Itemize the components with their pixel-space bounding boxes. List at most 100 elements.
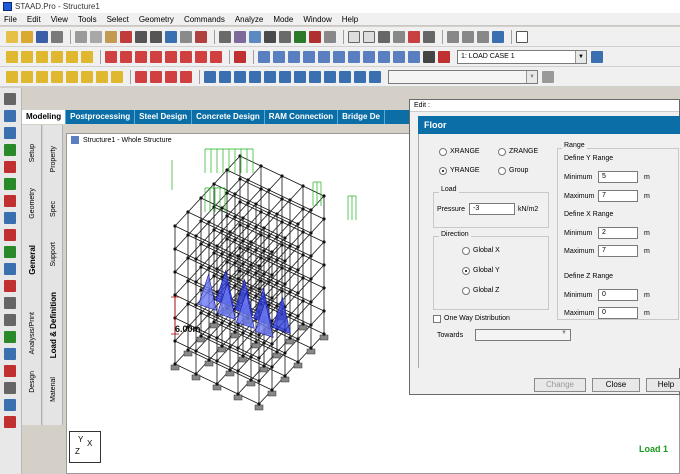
paste-icon[interactable]	[105, 30, 117, 43]
tool-icon[interactable]	[4, 280, 16, 292]
tool-icon[interactable]	[492, 30, 504, 43]
label-icon[interactable]	[249, 70, 261, 83]
menu-tools[interactable]: Tools	[78, 15, 97, 24]
select-icon[interactable]	[6, 50, 18, 63]
cursor-icon[interactable]	[4, 93, 16, 105]
zoom-out-icon[interactable]	[273, 50, 285, 63]
beam-icon[interactable]	[21, 70, 33, 83]
arc-icon[interactable]	[516, 30, 528, 43]
move-icon[interactable]	[135, 50, 147, 63]
move-icon[interactable]	[105, 50, 117, 63]
tool-icon[interactable]	[462, 30, 474, 43]
label-icon[interactable]	[369, 70, 381, 83]
move-icon[interactable]	[180, 50, 192, 63]
tool-icon[interactable]	[477, 30, 489, 43]
solid-icon[interactable]	[51, 70, 63, 83]
vtab-setup[interactable]: Setup	[22, 133, 42, 173]
select-icon[interactable]	[36, 50, 48, 63]
z-max-input[interactable]: 0	[598, 307, 638, 319]
view-icon[interactable]	[219, 30, 231, 43]
tool-icon[interactable]	[4, 365, 16, 377]
help-button[interactable]: Help	[646, 378, 680, 392]
label-icon[interactable]	[324, 70, 336, 83]
open-file-icon[interactable]	[21, 30, 33, 43]
tool-icon[interactable]	[393, 30, 405, 43]
tool-icon[interactable]	[4, 314, 16, 326]
zoom-icon[interactable]	[408, 50, 420, 63]
load-case-select[interactable]: 1: LOAD CASE 1 ▼	[457, 49, 587, 64]
radio-global-z[interactable]	[462, 287, 470, 295]
rotate-icon[interactable]	[135, 70, 147, 83]
tool-icon[interactable]	[4, 161, 16, 173]
tab-concrete-design[interactable]: Concrete Design	[192, 110, 265, 124]
tool-icon[interactable]	[4, 263, 16, 275]
label-icon[interactable]	[279, 70, 291, 83]
tool-icon[interactable]	[4, 348, 16, 360]
vtab-material[interactable]: Material	[43, 361, 63, 417]
zoom-icon[interactable]	[378, 50, 390, 63]
label-icon[interactable]	[339, 70, 351, 83]
radio-zrange[interactable]	[498, 148, 506, 156]
radio-global-x[interactable]	[462, 247, 470, 255]
delete-icon[interactable]	[120, 30, 132, 43]
one-way-checkbox[interactable]	[433, 315, 441, 323]
x-max-input[interactable]: 7	[598, 245, 638, 257]
move-icon[interactable]	[210, 50, 222, 63]
tool-icon[interactable]	[4, 382, 16, 394]
red-tool-icon[interactable]	[309, 30, 321, 43]
tab-bridge-design[interactable]: Bridge De	[338, 110, 385, 124]
chevron-down-icon[interactable]: ▼	[526, 70, 537, 83]
rotate-icon[interactable]	[180, 70, 192, 83]
search-icon[interactable]	[423, 50, 435, 63]
move-icon[interactable]	[120, 50, 132, 63]
tool-icon[interactable]	[423, 30, 435, 43]
chevron-down-icon[interactable]: ▼	[575, 50, 586, 63]
tab-ram-connection[interactable]: RAM Connection	[265, 110, 339, 124]
chevron-down-icon[interactable]: ▼	[561, 330, 567, 336]
vtab-property[interactable]: Property	[43, 129, 63, 189]
geometry-icon[interactable]	[111, 70, 123, 83]
radio-xrange[interactable]	[439, 148, 447, 156]
select-icon[interactable]	[81, 50, 93, 63]
tool-icon[interactable]	[4, 195, 16, 207]
print-icon[interactable]	[51, 30, 63, 43]
plate-icon[interactable]	[36, 70, 48, 83]
render-icon[interactable]	[234, 30, 246, 43]
vtab-design[interactable]: Design	[22, 357, 42, 407]
snap-grid-icon[interactable]	[234, 50, 246, 63]
select-icon[interactable]	[51, 50, 63, 63]
node-icon[interactable]	[6, 70, 18, 83]
menu-file[interactable]: File	[4, 15, 17, 24]
zoom-icon[interactable]	[303, 50, 315, 63]
settings-icon[interactable]	[324, 30, 336, 43]
move-icon[interactable]	[150, 50, 162, 63]
tool-icon[interactable]	[4, 127, 16, 139]
menu-view[interactable]: View	[51, 15, 68, 24]
zoom-icon[interactable]	[348, 50, 360, 63]
rotate-icon[interactable]	[150, 70, 162, 83]
move-icon[interactable]	[165, 50, 177, 63]
vtab-support[interactable]: Support	[43, 229, 63, 279]
tool-icon[interactable]	[4, 331, 16, 343]
tab-postprocessing[interactable]: Postprocessing	[66, 110, 136, 124]
load-icon[interactable]	[438, 50, 450, 63]
vtab-spec[interactable]: Spec	[43, 189, 63, 229]
page-icon[interactable]	[348, 30, 360, 43]
tab-steel-design[interactable]: Steel Design	[135, 110, 193, 124]
zoom-window-icon[interactable]	[288, 50, 300, 63]
zoom-icon[interactable]	[165, 30, 177, 43]
tool-icon[interactable]	[4, 246, 16, 258]
undo-icon[interactable]	[135, 30, 147, 43]
menu-analyze[interactable]: Analyze	[235, 15, 263, 24]
help-icon[interactable]	[378, 30, 390, 43]
tool-icon[interactable]	[447, 30, 459, 43]
zoom-in-icon[interactable]	[258, 50, 270, 63]
vtab-general[interactable]: General	[22, 231, 42, 289]
y-max-input[interactable]: 7	[598, 190, 638, 202]
menu-mode[interactable]: Mode	[273, 15, 293, 24]
load-settings-icon[interactable]	[591, 50, 603, 63]
tool-icon[interactable]	[4, 212, 16, 224]
label-icon[interactable]	[309, 70, 321, 83]
tool-icon[interactable]	[4, 297, 16, 309]
towards-select[interactable]	[475, 329, 571, 341]
